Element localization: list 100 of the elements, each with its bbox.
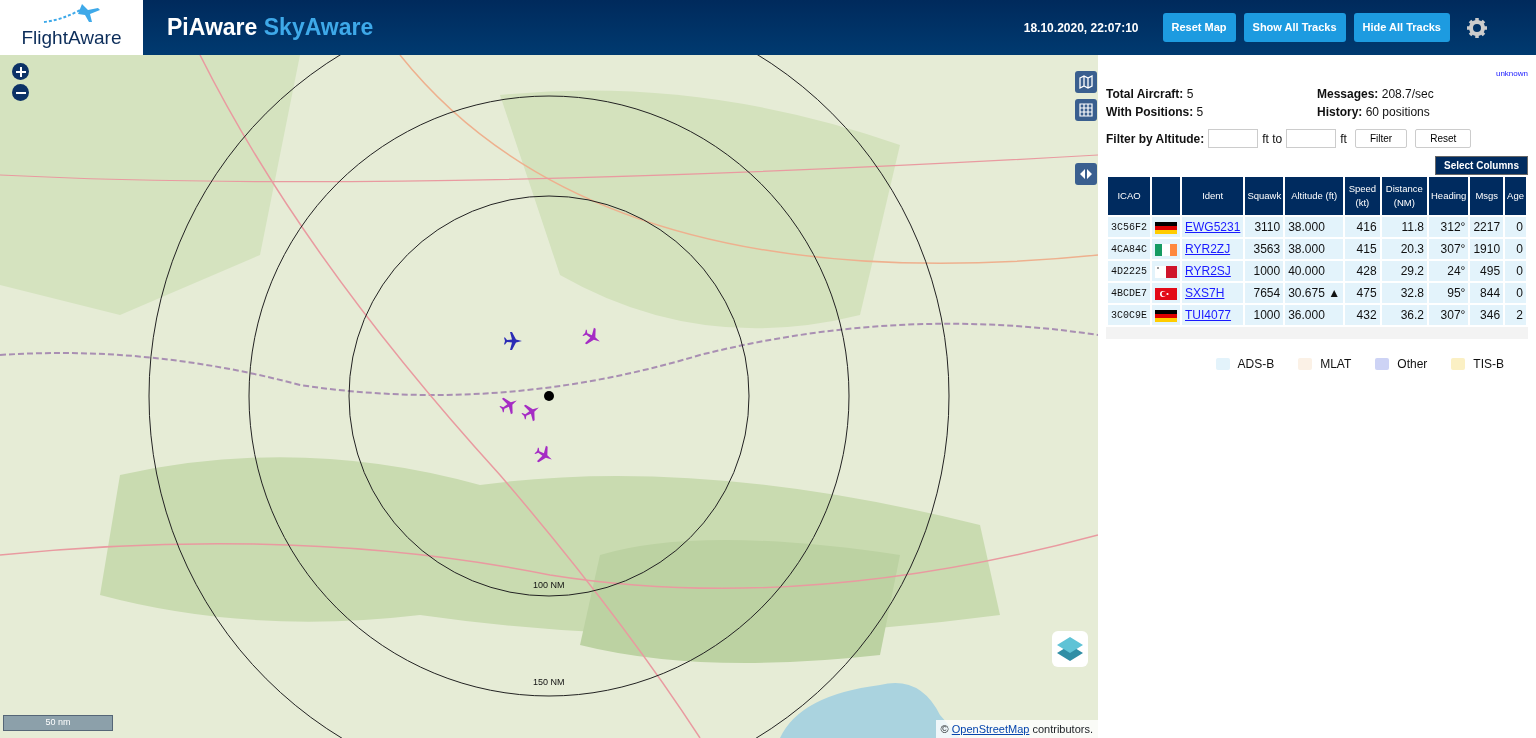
column-header[interactable]: Heading — [1429, 177, 1469, 215]
select-columns-button[interactable]: Select Columns — [1434, 156, 1528, 175]
stat-text: History: 60 positions — [1317, 105, 1430, 119]
column-header[interactable]: Age — [1505, 177, 1526, 215]
legend-label: MLAT — [1320, 356, 1352, 373]
settings-icon[interactable] — [1466, 16, 1488, 39]
airplane-icon[interactable] — [503, 331, 523, 351]
table-cell-text: 4CA84C — [1110, 242, 1148, 257]
grid-button[interactable] — [1075, 99, 1097, 121]
table-cell-text: 428 — [1355, 263, 1378, 280]
table-cell-text: 20.3 — [1399, 241, 1425, 258]
map-button[interactable] — [1075, 71, 1097, 93]
table-cell-text: 36.000 — [1287, 307, 1326, 324]
table-cell-text: 32.8 — [1399, 285, 1425, 302]
airplane-icon[interactable] — [582, 327, 602, 347]
table-row[interactable]: 4D2225 RYR2SJ 1000 40.000 428 29.2 24° 495 0 — [1108, 261, 1526, 281]
airplane-icon[interactable] — [534, 445, 554, 465]
table-cell-text: 38.000 — [1287, 241, 1326, 258]
table-cell-text: 307° — [1439, 241, 1467, 258]
stat-text: Messages: 208.7/sec — [1317, 87, 1434, 101]
unit-label: ft to — [1262, 130, 1283, 148]
table-cell-text: 29.2 — [1399, 263, 1425, 280]
table-cell-text: 1910 — [1472, 241, 1502, 258]
ident-link[interactable]: EWG5231 — [1185, 220, 1241, 234]
table-row[interactable]: 4CA84C RYR2ZJ 3563 38.000 415 20.3 307° 1910 0 — [1108, 239, 1526, 259]
column-header[interactable]: Altitude (ft) — [1285, 177, 1344, 215]
table-cell-text: 312° — [1439, 219, 1467, 236]
table-cell-text: 3C56F2 — [1110, 220, 1148, 235]
table-cell-text: 3110 — [1253, 219, 1282, 236]
attribution-link[interactable]: OpenStreetMap — [951, 722, 1030, 735]
table-cell-text: 95° — [1446, 285, 1467, 302]
version-link[interactable]: unknown — [1495, 69, 1528, 78]
column-header[interactable]: Speed (kt) — [1345, 177, 1380, 215]
table-cell-text: 4BCDE7 — [1110, 286, 1148, 301]
stat-text: Total Aircraft: 5 — [1106, 87, 1194, 101]
toggle-sidebar-button[interactable] — [1075, 163, 1097, 185]
logo-text: FlightAware — [21, 26, 122, 51]
layers-button[interactable] — [1052, 631, 1088, 667]
stat-text: With Positions: 5 — [1106, 105, 1204, 119]
table-cell-text: 40.000 — [1287, 263, 1326, 280]
table-cell-text: 416 — [1355, 219, 1378, 236]
altitude-to-field[interactable] — [1286, 129, 1337, 148]
legend-label: ADS-B — [1237, 356, 1275, 373]
column-header[interactable]: Msgs — [1470, 177, 1504, 215]
airplane-icon[interactable] — [499, 395, 519, 415]
flag-icon — [1155, 265, 1177, 278]
table-row[interactable]: 3C56F2 EWG5231 3110 38.000 416 11.8 312° 2217 0 — [1108, 217, 1526, 237]
table-cell-text: 0 — [1515, 219, 1524, 236]
left-right-arrows-icon — [1079, 169, 1093, 179]
plus-icon — [15, 66, 26, 77]
app-title: PiAware SkyAware — [167, 13, 374, 43]
filter-label: Filter by Altitude: — [1106, 130, 1205, 148]
ring-label: 150 NM — [533, 676, 565, 689]
column-header[interactable]: Distance (NM) — [1381, 177, 1427, 215]
flag-icon — [1155, 243, 1177, 256]
table-cell-text: 307° — [1439, 307, 1467, 324]
ident-link[interactable]: RYR2ZJ — [1185, 242, 1231, 256]
table-cell-text: 415 — [1355, 241, 1378, 258]
table-cell-text: 1000 — [1252, 307, 1282, 324]
table-cell-text: 0 — [1515, 263, 1524, 280]
table-row[interactable]: 3C0C9E TUI4077 1000 36.000 432 36.2 307° 346 2 — [1108, 305, 1526, 325]
ident-link[interactable]: SXS7H — [1185, 286, 1225, 300]
ident-link[interactable]: RYR2SJ — [1185, 264, 1231, 278]
table-cell-text: 3563 — [1252, 241, 1282, 258]
table-cell-text: 844 — [1479, 285, 1502, 302]
table-cell-text: 3C0C9E — [1110, 308, 1148, 323]
table-cell-text: 0 — [1515, 241, 1524, 258]
table-cell-text: 7654 — [1252, 285, 1282, 302]
table-cell-text: 4D2225 — [1110, 264, 1148, 279]
airplane-icon[interactable] — [521, 402, 541, 422]
table-cell-text: 495 — [1479, 263, 1502, 280]
filter-button[interactable]: Filter — [1354, 129, 1408, 148]
table-row[interactable]: 4BCDE7 SXS7H 7654 30.675 ▲ 475 32.8 95° 844 0 — [1108, 283, 1526, 303]
grid-icon — [1079, 103, 1093, 117]
flag-icon — [1155, 221, 1177, 234]
table-cell-text: 0 — [1515, 285, 1524, 302]
table-cell-text: 475 — [1355, 285, 1378, 302]
table-cell-text: 2217 — [1472, 219, 1502, 236]
unit-label: ft — [1340, 130, 1347, 148]
table-cell-text: 1000 — [1252, 263, 1282, 280]
folded-map-icon — [1079, 75, 1093, 89]
flag-icon — [1155, 287, 1177, 300]
layers-icon — [1056, 635, 1084, 663]
filter-button[interactable]: Reset — [1415, 129, 1472, 148]
clock: 18.10.2020, 22:07:10 — [1023, 19, 1139, 37]
column-header[interactable]: Ident — [1182, 177, 1244, 215]
table-cell-text: 432 — [1355, 307, 1378, 324]
table-cell-text: 38.000 — [1287, 219, 1326, 236]
flag-icon — [1155, 309, 1177, 322]
table-cell-text: 30.675 ▲ — [1287, 285, 1342, 302]
plane-logo-icon — [41, 2, 102, 25]
legend-label: Other — [1397, 356, 1428, 373]
table-cell-text: 346 — [1479, 307, 1502, 324]
table-cell-text: 2 — [1515, 307, 1524, 324]
ident-link[interactable]: TUI4077 — [1185, 308, 1232, 322]
column-header[interactable]: ICAO — [1108, 177, 1150, 215]
column-header[interactable]: Squawk — [1245, 177, 1284, 215]
altitude-from-field[interactable] — [1208, 129, 1259, 148]
ring-label: 100 NM — [533, 579, 565, 592]
table-cell-text: 36.2 — [1399, 307, 1425, 324]
